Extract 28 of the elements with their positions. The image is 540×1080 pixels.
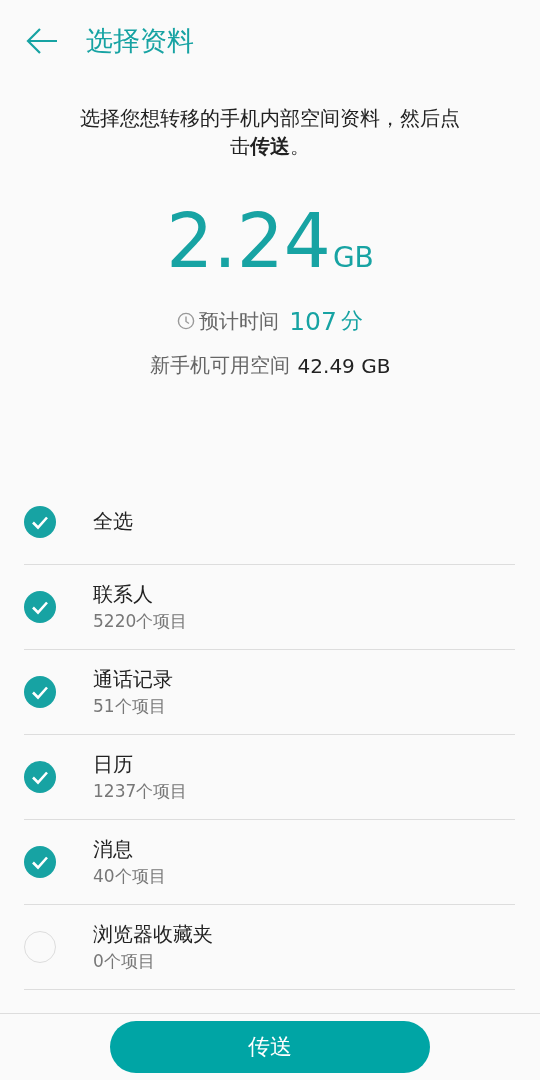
item-count: 40个项目 [93, 865, 166, 888]
item-name: 联系人 [93, 581, 154, 608]
free-space-value: 42.49 GB [297, 353, 391, 378]
item-count: 5220个项目 [93, 610, 188, 633]
item-name: 日历 [93, 751, 134, 778]
item-count: 51个项目 [93, 695, 167, 718]
free-space-label: 新手机可用空间 [149, 352, 290, 379]
item-name: 浏览器收藏夹 [93, 921, 213, 948]
estimate-unit: 分 [340, 307, 363, 335]
estimate-label: 预计时间 [199, 307, 280, 335]
item-name: 通话记录 [93, 666, 173, 693]
item-name: 消息 [93, 836, 134, 863]
back-arrow-icon[interactable] [25, 27, 59, 55]
item-count: 0个项目 [93, 950, 156, 973]
item-checkbox[interactable] [24, 846, 56, 878]
item-checkbox[interactable] [24, 761, 56, 793]
page-title: 选择资料 [86, 24, 194, 58]
transfer-size: 2.24 [166, 197, 331, 286]
select-all-checkbox[interactable] [24, 505, 56, 538]
instruction-text: 选择您想转移的手机内部空间资料，然后点击传送。 [79, 105, 461, 160]
estimate-value: 107 [289, 306, 337, 336]
send-button[interactable]: 传送 [110, 1021, 430, 1073]
item-checkbox[interactable] [24, 591, 56, 623]
size-unit: GB [332, 241, 374, 274]
item-count: 1237个项目 [93, 780, 188, 803]
select-all-label: 全选 [93, 508, 133, 535]
clock-icon [177, 312, 196, 330]
item-checkbox[interactable] [24, 676, 56, 708]
